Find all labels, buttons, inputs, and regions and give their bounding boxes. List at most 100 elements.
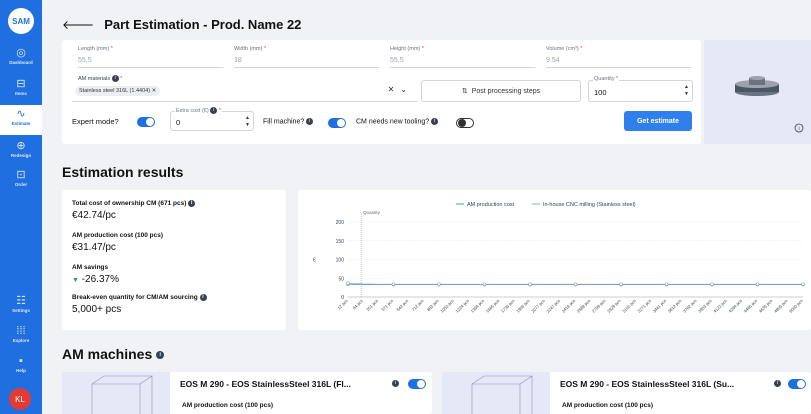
am-cost-value: €31.47/pc [72, 242, 116, 253]
x-tick-label: 3271 pcs [636, 298, 652, 314]
back-arrow-icon[interactable]: 🡐 [62, 17, 94, 32]
length-field[interactable]: 55.5 [78, 57, 92, 64]
nav-label: Dashboard [9, 60, 33, 65]
order-icon: ⊡ [16, 169, 26, 181]
x-tick-label: 4294 pcs [727, 298, 743, 314]
extra-cost-spinner[interactable]: ▲ ▼ [245, 115, 250, 129]
expert-mode-toggle[interactable] [137, 117, 155, 127]
info-icon[interactable]: i [210, 107, 218, 114]
x-tick-label: 4123 pcs [712, 298, 728, 314]
estimate-icon: ∿ [16, 108, 26, 120]
width-underline [234, 67, 379, 68]
nav-label: Estimate [11, 121, 31, 126]
data-point [528, 282, 532, 286]
results-heading: Estimation results [62, 164, 184, 180]
machine-cost-label: AM production cost (100 pcs) [562, 402, 654, 409]
chevron-down-icon[interactable]: ⌄ [400, 85, 413, 94]
nav-label: Items [15, 91, 27, 96]
nav-settings[interactable]: ☷ Settings [0, 292, 42, 322]
info-icon[interactable]: i [306, 118, 314, 125]
x-tick-label: 2247 pcs [545, 298, 561, 314]
material-chip[interactable]: Stainless steel 316L (1.4404) ✕ [75, 86, 161, 96]
x-tick-label: 3100 pcs [621, 298, 637, 314]
quantity-spinner[interactable]: ▲ ▼ [684, 84, 689, 98]
x-tick-label: 4806 pcs [773, 298, 789, 314]
items-icon: ⊟ [16, 78, 26, 90]
tco-value: €42.74/pc [72, 210, 116, 221]
tco-label: Total cost of ownership CM (671 pcs) i [72, 200, 196, 207]
y-tick-label: 200 [336, 220, 345, 226]
y-tick-label: 150 [336, 239, 345, 245]
savings-label: AM savings [72, 264, 109, 271]
info-icon[interactable]: i [199, 294, 207, 301]
machine-box-outline [91, 375, 153, 414]
nav-redesign[interactable]: ⊕ Redesign [0, 137, 42, 167]
cost-chart: AM production cost In-house CNC milling (… [298, 190, 811, 330]
x-tick-label: 1736 pcs [500, 298, 516, 314]
info-icon[interactable]: i [111, 75, 119, 82]
machine-title: EOS M 290 - EOS StainlessSteel 316L (Fl.… [180, 379, 351, 389]
data-point [664, 282, 669, 286]
x-tick-label: 1394 pcs [470, 298, 486, 314]
dashboard-icon: ◎ [16, 47, 26, 59]
x-tick-label: 1906 pcs [515, 298, 531, 314]
quantity-marker-label: Quantity [363, 210, 381, 215]
x-tick-label: 3441 pcs [652, 298, 668, 314]
machine-card[interactable]: EOS M 290 - EOS StainlessSteel 316L (Fl.… [62, 372, 432, 414]
spin-down-icon[interactable]: ▼ [245, 122, 250, 128]
machine-title: EOS M 290 - EOS StainlessSteel 316L (Su.… [560, 379, 735, 389]
height-field[interactable]: 55.5 [390, 57, 404, 64]
volume-field[interactable]: 9.54 [546, 57, 560, 64]
clear-icon[interactable]: ✕ [388, 85, 401, 94]
fill-machine-toggle[interactable] [328, 118, 346, 128]
post-processing-button[interactable]: ⇅ Post processing steps [421, 80, 581, 102]
x-tick-label: 5000 pcs [788, 298, 804, 314]
machine-card[interactable]: EOS M 290 - EOS StainlessSteel 316L (Su.… [442, 372, 811, 414]
legend-entry: In-house CNC milling (Stainless steel) [543, 202, 636, 208]
materials-select[interactable]: Stainless steel 316L (1.4404) ✕ ✕⌄ [72, 82, 417, 100]
x-tick-label: 4465 pcs [743, 298, 759, 314]
machine-box-outline [471, 375, 533, 414]
info-icon[interactable]: i [774, 380, 781, 387]
app-logo[interactable]: SAM [8, 8, 34, 34]
spin-down-icon[interactable]: ▼ [684, 91, 689, 97]
new-tooling-toggle[interactable] [456, 118, 474, 128]
expert-mode-label: Expert mode? [72, 117, 119, 126]
materials-underline [72, 101, 417, 102]
x-tick-label: 542 pcs [395, 298, 409, 312]
chip-remove-icon[interactable]: ✕ [152, 88, 157, 94]
machine-toggle[interactable] [788, 379, 806, 389]
width-field[interactable]: 18 [234, 57, 242, 64]
extra-cost-value[interactable]: 0 [176, 118, 180, 127]
data-point [755, 282, 760, 286]
get-estimate-button[interactable]: Get estimate [624, 111, 692, 131]
nav-estimate[interactable]: ∿ Estimate [0, 105, 42, 135]
cost-summary-card: Total cost of ownership CM (671 pcs) i €… [62, 190, 286, 330]
height-underline [390, 67, 535, 68]
spin-up-icon[interactable]: ▲ [245, 115, 250, 121]
sort-icon: ⇅ [461, 88, 468, 95]
nav-order[interactable]: ⊡ Order [0, 166, 42, 196]
extra-cost-stepper[interactable]: Extra cost (€) i * 0 ▲ ▼ [170, 107, 254, 131]
machine-image [62, 372, 170, 414]
machine-toggle[interactable] [408, 379, 426, 389]
info-icon[interactable]: i [431, 118, 439, 125]
x-tick-label: 201 pcs [365, 298, 379, 312]
nav-help[interactable]: ▪ Help [0, 352, 42, 382]
length-label: Length (mm) * [78, 46, 113, 52]
info-icon[interactable]: i [188, 200, 196, 207]
x-tick-label: 371 pcs [380, 298, 394, 312]
info-icon[interactable]: i [392, 380, 399, 387]
spin-up-icon[interactable]: ▲ [684, 84, 689, 90]
am-cost-label: AM production cost (100 pcs) [72, 232, 164, 239]
quantity-stepper[interactable]: Quantity * 100 ▲ ▼ [588, 76, 693, 102]
nav-dashboard[interactable]: ◎ Dashboard [0, 44, 42, 74]
quantity-value[interactable]: 100 [594, 88, 607, 97]
nav-items[interactable]: ⊟ Items [0, 75, 42, 105]
part-preview: i [704, 40, 811, 144]
page-title: Part Estimation - Prod. Name 22 [104, 16, 302, 32]
user-avatar[interactable]: KL [9, 388, 31, 410]
info-icon[interactable]: i [156, 351, 165, 360]
x-tick-label: 712 pcs [411, 298, 425, 312]
nav-explore[interactable]: ⁞⁞⁞ Explore [0, 322, 42, 352]
